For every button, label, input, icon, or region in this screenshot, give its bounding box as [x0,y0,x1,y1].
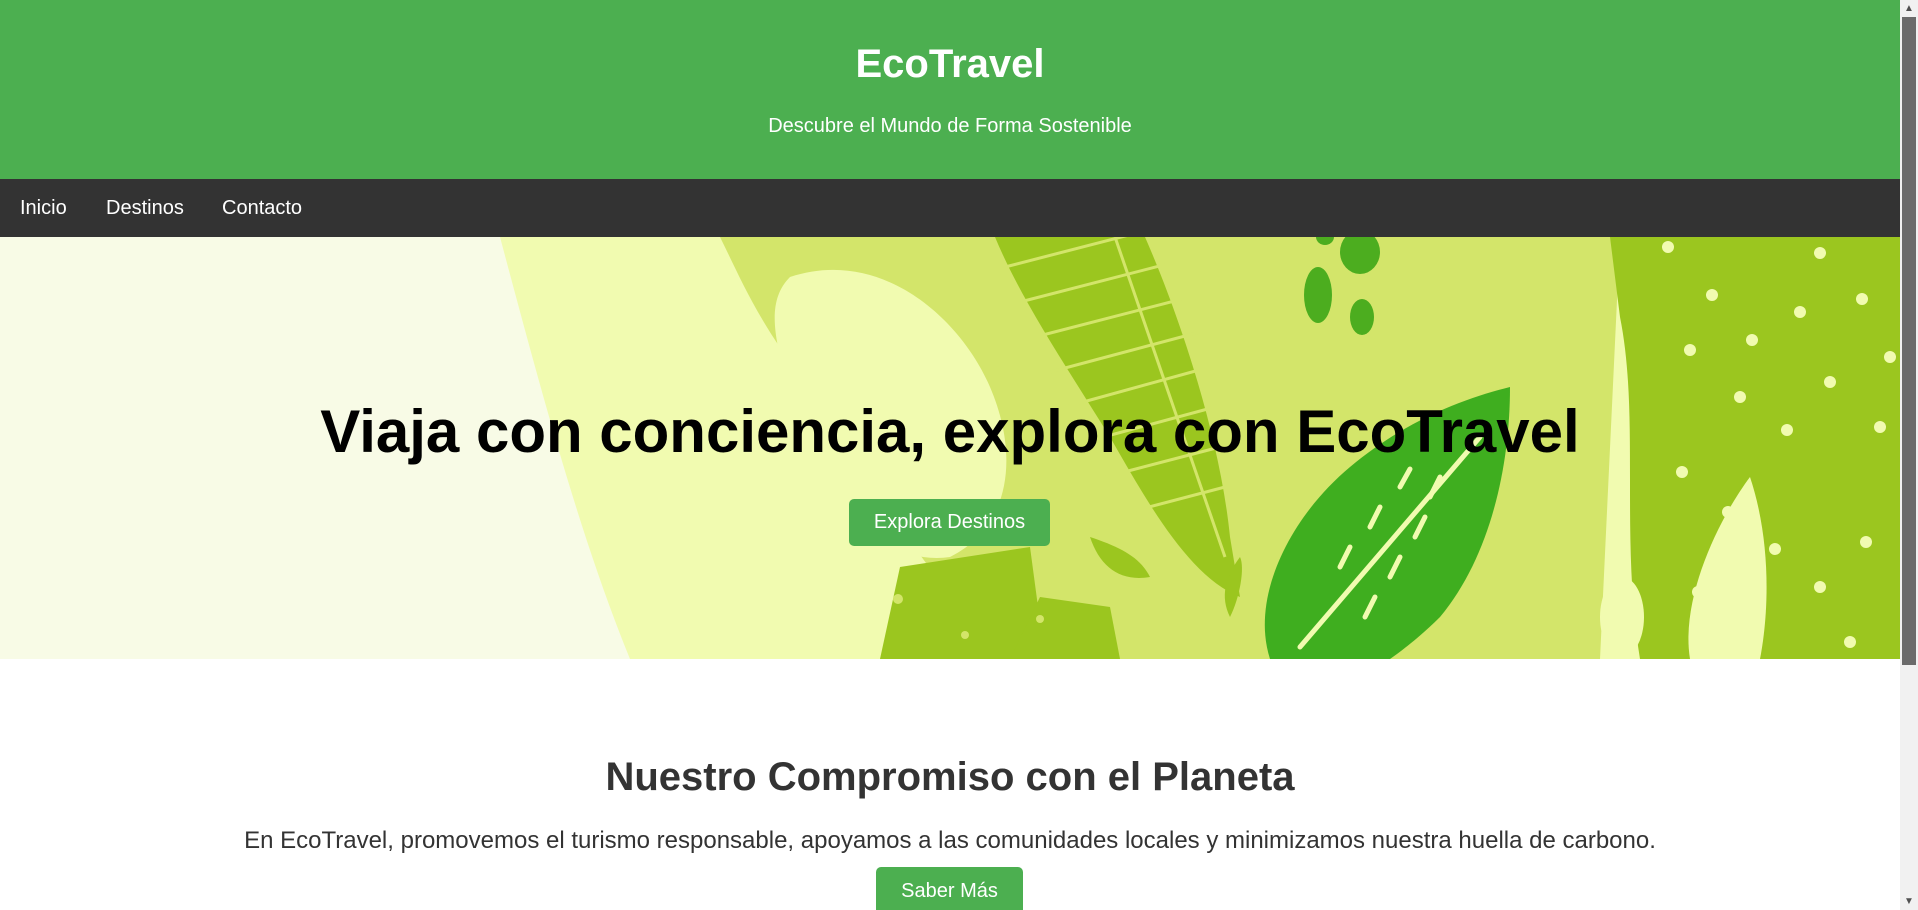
nav-link-contacto[interactable]: Contacto [222,179,302,237]
arrow-down-icon[interactable]: ▼ [1900,893,1918,910]
vertical-scrollbar[interactable]: ▲ ▼ [1900,0,1918,910]
hero-section: Viaja con conciencia, explora con EcoTra… [0,237,1900,659]
site-tagline: Descubre el Mundo de Forma Sostenible [768,115,1132,137]
mission-text: En EcoTravel, promovemos el turismo resp… [244,827,1656,854]
hero-heading: Viaja con conciencia, explora con EcoTra… [320,398,1580,465]
learn-more-button[interactable]: Saber Más [876,867,1023,910]
site-title: EcoTravel [855,42,1045,86]
explore-destinations-button[interactable]: Explora Destinos [849,499,1050,546]
page: EcoTravel Descubre el Mundo de Forma Sos… [0,0,1900,910]
mission-heading: Nuestro Compromiso con el Planeta [605,755,1295,799]
arrow-up-icon[interactable]: ▲ [1900,0,1918,17]
main-nav: Inicio Destinos Contacto [0,179,1900,237]
site-header: EcoTravel Descubre el Mundo de Forma Sos… [0,0,1900,179]
scrollbar-thumb[interactable] [1902,17,1916,665]
nav-link-destinos[interactable]: Destinos [106,179,184,237]
nav-link-inicio[interactable]: Inicio [20,179,67,237]
mission-section: Nuestro Compromiso con el Planeta En Eco… [0,659,1900,910]
